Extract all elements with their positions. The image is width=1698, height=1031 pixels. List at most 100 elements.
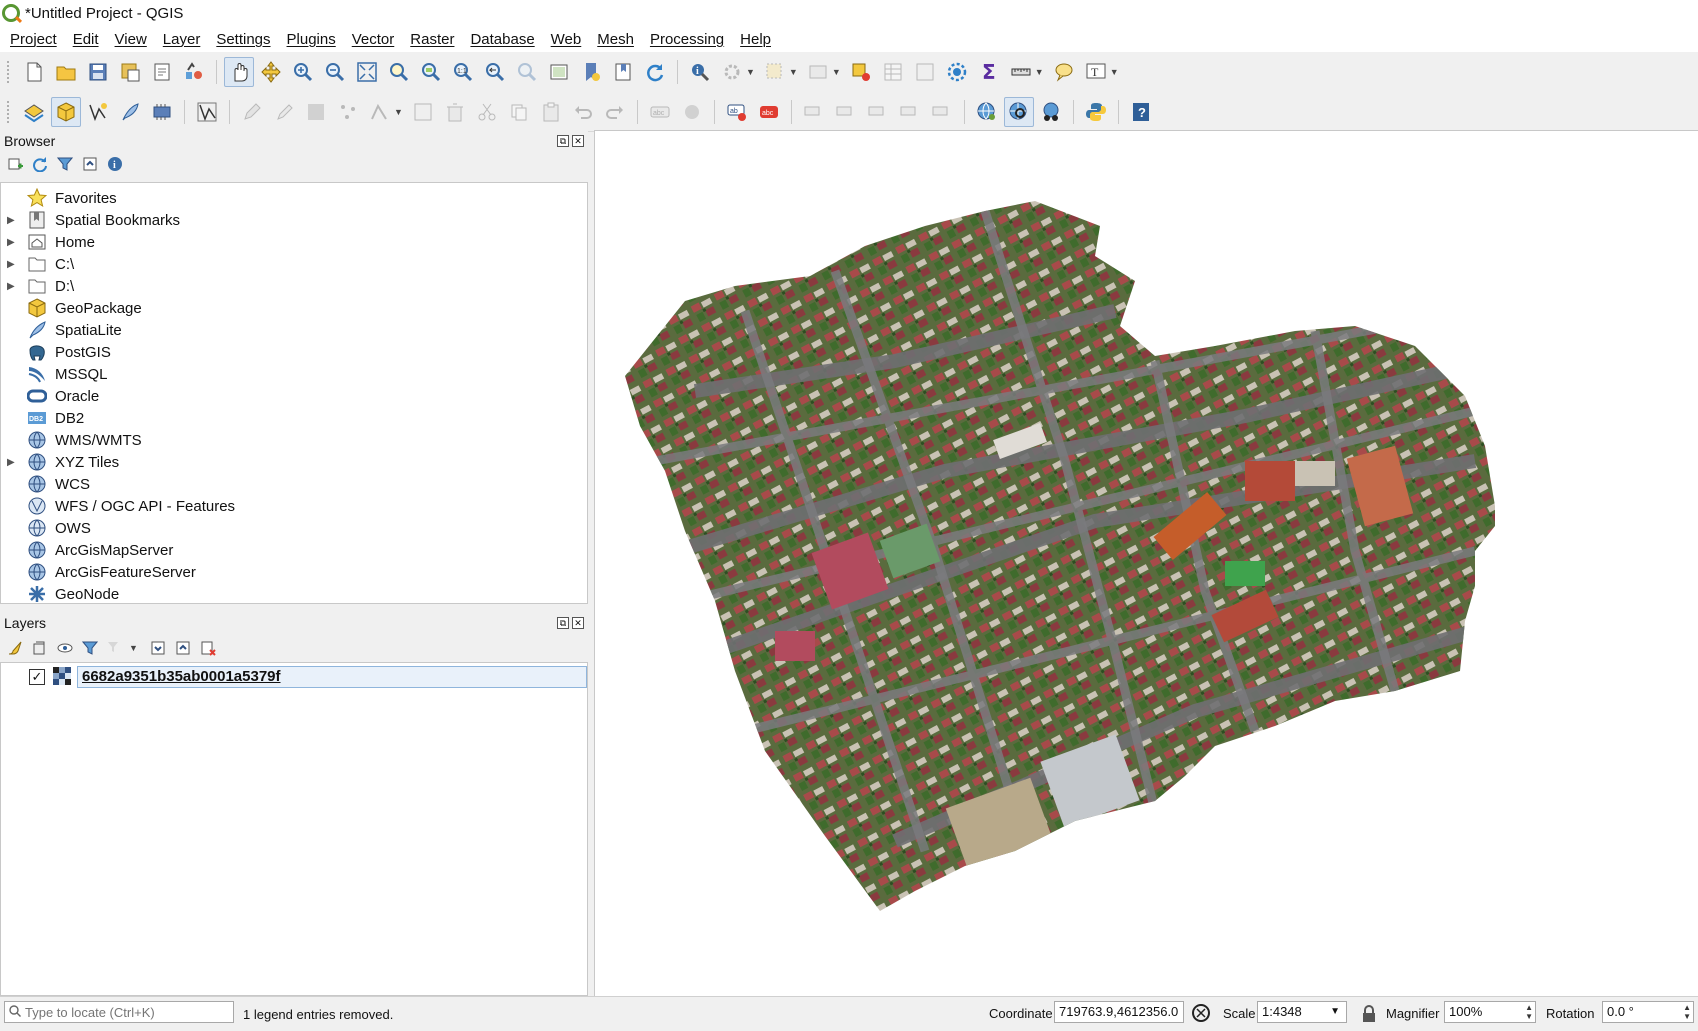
zoom-native-button[interactable]: 1:1 — [448, 57, 478, 87]
attribute-table-button[interactable] — [878, 57, 908, 87]
show-hide-labels-button[interactable] — [831, 97, 861, 127]
chevron-down-icon[interactable]: ▼ — [394, 107, 403, 117]
browser-item-wfs[interactable]: WFS / OGC API - Features — [1, 495, 587, 517]
chevron-down-icon[interactable]: ▼ — [1110, 67, 1119, 77]
expand-arrow-icon[interactable]: ▶ — [7, 259, 21, 270]
menu-processing[interactable]: Processing — [642, 31, 732, 48]
menu-plugins[interactable]: Plugins — [279, 31, 344, 48]
layer-labeling-button[interactable]: ab — [722, 97, 752, 127]
toolbar-grip[interactable] — [6, 60, 10, 84]
locator-box[interactable] — [4, 1001, 234, 1023]
collapse-all-button[interactable] — [174, 639, 192, 657]
browser-item-xyz-tiles[interactable]: ▶ XYZ Tiles — [1, 451, 587, 473]
spin-arrows-icon[interactable]: ▲ ▼ — [1525, 1003, 1533, 1021]
save-project-button[interactable] — [83, 57, 113, 87]
help-button[interactable]: ? — [1126, 97, 1156, 127]
processing-toolbox-button[interactable] — [942, 57, 972, 87]
label-tool-button[interactable]: abc — [645, 97, 675, 127]
remove-layer-button[interactable] — [199, 639, 217, 657]
browser-item-postgis[interactable]: PostGIS — [1, 341, 587, 363]
paste-button[interactable] — [536, 97, 566, 127]
copy-button[interactable] — [504, 97, 534, 127]
expand-arrow-icon[interactable]: ▶ — [7, 237, 21, 248]
menu-web[interactable]: Web — [543, 31, 590, 48]
lock-scale-icon[interactable] — [1362, 1005, 1376, 1026]
browser-item-wcs[interactable]: WCS — [1, 473, 587, 495]
browser-item-favorites[interactable]: Favorites — [1, 187, 587, 209]
scale-combobox[interactable]: 1:4348 ▼ — [1257, 1001, 1347, 1023]
new-project-button[interactable] — [19, 57, 49, 87]
select-by-value-button[interactable] — [803, 57, 833, 87]
show-bookmarks-button[interactable] — [608, 57, 638, 87]
text-annotation-button[interactable]: T — [1081, 57, 1111, 87]
redo-button[interactable] — [600, 97, 630, 127]
add-selected-layers-button[interactable] — [6, 155, 24, 173]
close-icon[interactable]: ✕ — [572, 617, 584, 629]
diagram-tool-button[interactable] — [677, 97, 707, 127]
menu-settings[interactable]: Settings — [208, 31, 278, 48]
field-calculator-button[interactable] — [910, 57, 940, 87]
browser-item-ows[interactable]: OWS — [1, 517, 587, 539]
menu-vector[interactable]: Vector — [344, 31, 403, 48]
menu-view[interactable]: View — [107, 31, 155, 48]
layer-name[interactable]: 6682a9351b35ab0001a5379f — [77, 666, 587, 688]
delete-selected-button[interactable] — [440, 97, 470, 127]
menu-raster[interactable]: Raster — [402, 31, 462, 48]
style-manager-button[interactable] — [179, 57, 209, 87]
layer-diagram-button[interactable]: abc — [754, 97, 784, 127]
browser-item-arcgis-feature-server[interactable]: ArcGisFeatureServer — [1, 561, 587, 583]
zoom-full-button[interactable] — [352, 57, 382, 87]
new-shapefile-layer-button[interactable] — [83, 97, 113, 127]
metasearch-active-button[interactable] — [1003, 96, 1034, 127]
menu-help[interactable]: Help — [732, 31, 779, 48]
expand-all-button[interactable] — [149, 639, 167, 657]
manage-themes-button[interactable] — [56, 639, 74, 657]
zoom-to-selection-button[interactable] — [384, 57, 414, 87]
close-icon[interactable]: ✕ — [572, 135, 584, 147]
browser-item-spatial-bookmarks[interactable]: ▶ Spatial Bookmarks — [1, 209, 587, 231]
menu-edit[interactable]: Edit — [65, 31, 107, 48]
measure-line-button[interactable] — [1006, 57, 1036, 87]
rotation-spinbox[interactable]: 0.0 ° ▲ ▼ — [1602, 1001, 1694, 1023]
browser-item-oracle[interactable]: Oracle — [1, 385, 587, 407]
actions-button[interactable] — [717, 57, 747, 87]
modify-attributes-button[interactable] — [408, 97, 438, 127]
change-label-button[interactable] — [927, 97, 957, 127]
new-geopackage-layer-button[interactable] — [51, 96, 81, 127]
menu-mesh[interactable]: Mesh — [589, 31, 642, 48]
layer-row[interactable]: ✓ 6682a9351b35ab0001a5379f — [29, 666, 587, 688]
statistical-summary-button[interactable]: Σ — [974, 57, 1004, 87]
chevron-down-icon[interactable]: ▼ — [746, 67, 755, 77]
new-temporary-layer-button[interactable] — [192, 97, 222, 127]
browser-item-mssql[interactable]: MSSQL — [1, 363, 587, 385]
new-map-view-button[interactable] — [544, 57, 574, 87]
select-features-button[interactable] — [760, 57, 790, 87]
magnifier-spinbox[interactable]: 100% ▲ ▼ — [1444, 1001, 1536, 1023]
browser-item-home[interactable]: ▶ Home — [1, 231, 587, 253]
browser-item-geonode[interactable]: GeoNode — [1, 583, 587, 603]
add-group-button[interactable] — [31, 639, 49, 657]
chevron-down-icon[interactable]: ▼ — [129, 643, 138, 653]
browser-item-db2[interactable]: DB2 DB2 — [1, 407, 587, 429]
expand-arrow-icon[interactable]: ▶ — [7, 457, 21, 468]
coordinate-field[interactable]: 719763.9,4612356.0 — [1054, 1001, 1184, 1023]
python-console-button[interactable] — [1081, 97, 1111, 127]
toggle-editing-button[interactable] — [269, 97, 299, 127]
toggle-extents-icon[interactable] — [1191, 1003, 1211, 1026]
new-virtual-layer-button[interactable] — [147, 97, 177, 127]
properties-button[interactable]: i — [106, 155, 124, 173]
print-layout-button[interactable] — [147, 57, 177, 87]
map-canvas[interactable] — [594, 130, 1698, 996]
current-edits-button[interactable] — [237, 97, 267, 127]
browser-item-arcgis-map-server[interactable]: ArcGisMapServer — [1, 539, 587, 561]
undock-icon[interactable]: ⧉ — [557, 617, 569, 629]
metasearch-button[interactable] — [972, 97, 1002, 127]
chevron-down-icon[interactable]: ▼ — [789, 67, 798, 77]
save-edits-button[interactable] — [301, 97, 331, 127]
zoom-last-button[interactable] — [480, 57, 510, 87]
undock-icon[interactable]: ⧉ — [557, 135, 569, 147]
deselect-all-button[interactable] — [846, 57, 876, 87]
save-as-button[interactable] — [115, 57, 145, 87]
map-tips-button[interactable] — [1049, 57, 1079, 87]
spin-arrows-icon[interactable]: ▲ ▼ — [1683, 1003, 1691, 1021]
